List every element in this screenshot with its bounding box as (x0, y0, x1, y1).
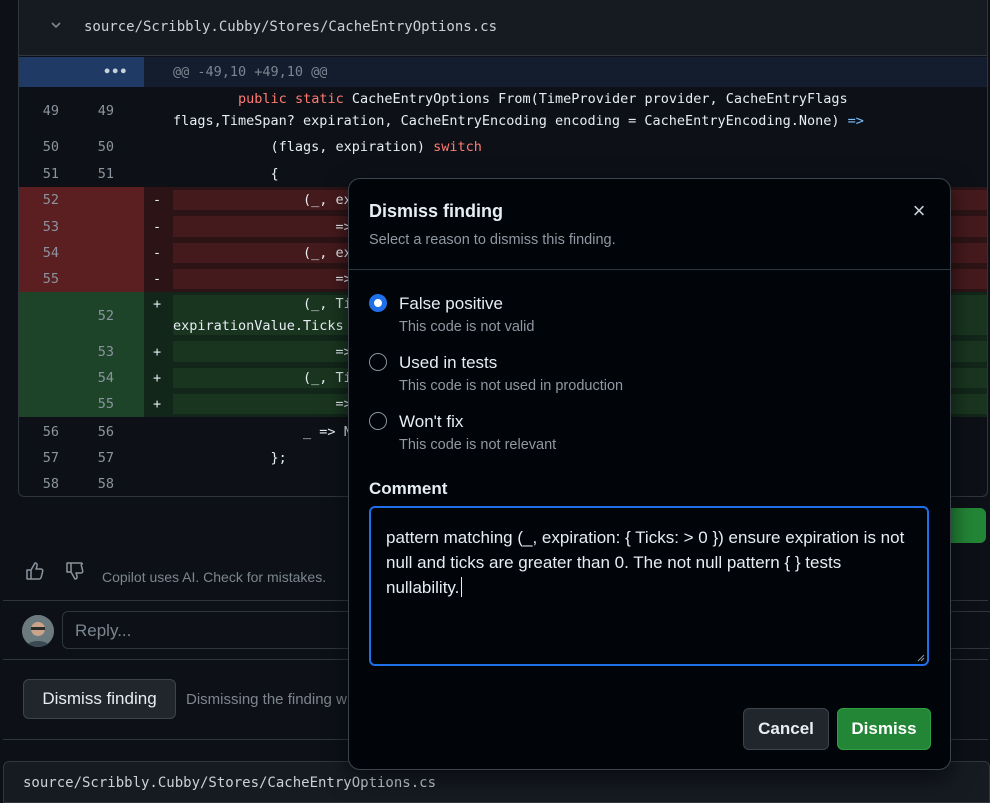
cancel-button[interactable]: Cancel (743, 708, 829, 750)
file-path: source/Scribbly.Cubby/Stores/CacheEntryO… (23, 775, 437, 791)
diff-line: 50 50 (flags, expiration) switch (42, 139, 482, 155)
file-header[interactable]: source/Scribbly.Cubby/Stores/CacheEntryO… (19, 0, 987, 56)
comment-text: pattern matching (_, expiration: { Ticks… (386, 528, 905, 597)
radio-wont-fix[interactable] (369, 412, 387, 430)
radio-false-positive[interactable] (369, 294, 387, 312)
option-description: This code is not valid (399, 319, 535, 335)
chevron-down-icon[interactable] (49, 18, 63, 35)
copilot-feedback: Copilot uses AI. Check for mistakes. (22, 560, 362, 590)
dialog-title: Dismiss finding (369, 201, 504, 221)
dismiss-note: Dismissing the finding w (186, 691, 347, 708)
option-description: This code is not relevant (399, 437, 557, 453)
option-wont-fix[interactable]: Won't fix This code is not relevant (369, 410, 769, 460)
hunk-header: @@ -49,10 +49,10 @@ (173, 64, 328, 80)
comment-label: Comment (369, 479, 448, 498)
dismiss-finding-dialog: Dismiss finding Select a reason to dismi… (348, 178, 951, 770)
option-label: Used in tests (399, 353, 498, 372)
avatar (22, 615, 54, 647)
expand-hunk-button[interactable]: ••• (103, 61, 127, 83)
code-line-wrap: flags,TimeSpan? expiration, CacheEntryEn… (173, 113, 864, 129)
code-line: public static CacheEntryOptions From(Tim… (238, 91, 848, 107)
close-icon[interactable]: × (905, 197, 933, 225)
thumbs-up-icon[interactable] (24, 560, 46, 582)
option-label: False positive (399, 294, 503, 313)
hunk-header-row: ••• @@ -49,10 +49,10 @@ (19, 57, 987, 87)
dismiss-finding-button[interactable]: Dismiss finding (23, 679, 176, 719)
diff-line: 49 49 public static CacheEntryOptions Fr… (19, 88, 987, 134)
option-label: Won't fix (399, 412, 464, 431)
thumbs-down-icon[interactable] (64, 560, 86, 582)
text-caret (461, 577, 463, 597)
copilot-disclaimer: Copilot uses AI. Check for mistakes. (102, 569, 327, 585)
comment-textarea[interactable]: pattern matching (_, expiration: { Ticks… (369, 506, 929, 666)
dismiss-button[interactable]: Dismiss (837, 708, 931, 750)
option-false-positive[interactable]: False positive This code is not valid (369, 292, 769, 342)
divider (349, 269, 950, 270)
radio-used-in-tests[interactable] (369, 353, 387, 371)
resize-grip-icon[interactable] (917, 654, 925, 662)
option-description: This code is not used in production (399, 378, 624, 394)
dialog-subtitle: Select a reason to dismiss this finding. (369, 232, 616, 248)
file-path: source/Scribbly.Cubby/Stores/CacheEntryO… (84, 19, 498, 35)
option-used-in-tests[interactable]: Used in tests This code is not used in p… (369, 351, 769, 401)
